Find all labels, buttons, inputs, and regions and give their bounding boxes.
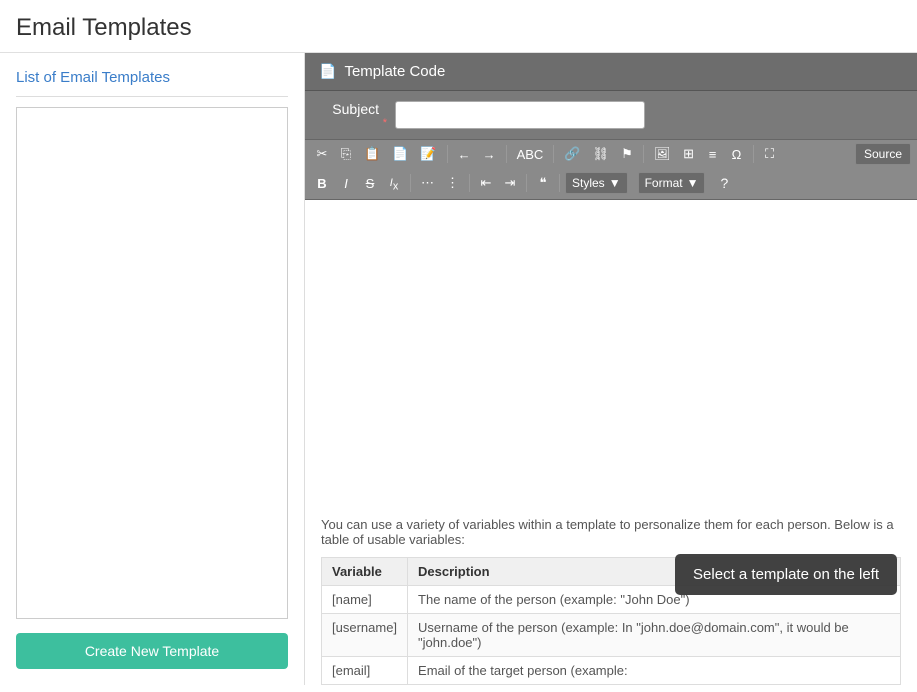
sidebar: List of Email Templates Create New Templ… [0,53,305,685]
toolbar-divider-4 [643,145,644,163]
outdent-button[interactable]: ⇤ [475,172,497,194]
template-code-title: Template Code [344,63,445,80]
toolbar-divider-8 [526,174,527,192]
variables-table: Variable Description [name]The name of t… [321,557,901,685]
table-row: [username]Username of the person (exampl… [322,614,901,657]
main-layout: List of Email Templates Create New Templ… [0,53,917,685]
toolbar-divider-6 [410,174,411,192]
toolbar-divider-1 [447,145,448,163]
editor-area[interactable] [305,200,917,503]
blockquote-button[interactable]: ❝ [532,172,554,194]
description-cell: Email of the target person (example: [408,657,901,685]
italic-button[interactable]: I [335,173,357,194]
description-cell: The name of the person (example: "John D… [408,586,901,614]
toolbar-divider-9 [559,174,560,192]
toolbar-divider-5 [753,145,754,163]
undo-button[interactable]: ← [453,144,476,165]
toolbar-divider-3 [553,145,554,163]
styles-dropdown[interactable]: Styles ▼ [565,172,628,194]
anchor-button[interactable]: ⚑ [616,143,638,165]
styles-label: Styles [572,176,605,190]
indent-button[interactable]: ⇥ [499,172,521,194]
col-header-description: Description [408,558,901,586]
strikethrough-button[interactable]: S [359,173,381,194]
hr-button[interactable]: ≡ [702,144,724,165]
paste-text-button[interactable]: 📄 [387,143,413,165]
unlink-button[interactable]: ⛓ [587,143,614,165]
cut-button[interactable]: ✂ [311,143,333,165]
unordered-list-button[interactable]: ⋮ [441,172,464,194]
paste-button[interactable]: 📋 [359,143,385,165]
help-button[interactable]: ? [715,172,733,194]
toolbar: ✂ ⎘ 📋 📄 📝 ← → ABC 🔗 ⛓ ⚑ [305,139,917,200]
ordered-list-button[interactable]: ⋯ [416,172,439,194]
format-label: Format [645,176,683,190]
special-char-button[interactable]: Ω [726,144,748,165]
template-list[interactable] [16,107,288,619]
bottom-info: You can use a variety of variables withi… [305,503,917,685]
styles-chevron-icon: ▼ [609,176,621,190]
subject-input[interactable] [395,101,645,129]
remove-format-button[interactable]: Ix [383,171,405,196]
variable-cell: [name] [322,586,408,614]
variable-cell: [email] [322,657,408,685]
variable-cell: [username] [322,614,408,657]
source-button[interactable]: Source [855,143,911,165]
create-new-template-button[interactable]: Create New Template [16,633,288,669]
template-code-icon: 📄 [319,63,336,80]
sidebar-title: List of Email Templates [16,69,288,97]
subject-row: Subject * [305,91,917,139]
copy-button[interactable]: ⎘ [335,143,357,165]
page-title: Email Templates [0,0,917,53]
table-row: [email]Email of the target person (examp… [322,657,901,685]
right-panel: 📄 Template Code Subject * ✂ ⎘ 📋 [305,53,917,503]
page-wrapper: Email Templates List of Email Templates … [0,0,917,692]
template-code-header: 📄 Template Code [305,53,917,91]
table-button[interactable]: ⊞ [678,143,700,165]
col-header-variable: Variable [322,558,408,586]
image-button[interactable]: 🖼 [649,143,676,165]
maximize-button[interactable]: ⛶ [759,143,781,165]
format-chevron-icon: ▼ [687,176,699,190]
right-content: 📄 Template Code Subject * ✂ ⎘ 📋 [305,53,917,685]
table-row: [name]The name of the person (example: "… [322,586,901,614]
toolbar-divider-7 [469,174,470,192]
toolbar-row-1: ✂ ⎘ 📋 📄 📝 ← → ABC 🔗 ⛓ ⚑ [305,140,917,168]
toolbar-divider-2 [506,145,507,163]
variables-info-text: You can use a variety of variables withi… [321,517,901,547]
toolbar-row-2: B I S Ix ⋯ ⋮ ⇤ ⇥ ❝ Styles [305,168,917,199]
redo-button[interactable]: → [478,144,501,165]
spellcheck-button[interactable]: ABC [512,144,549,165]
bold-button[interactable]: B [311,173,333,194]
link-button[interactable]: 🔗 [559,143,585,165]
subject-label: Subject [319,101,379,117]
format-dropdown[interactable]: Format ▼ [638,172,706,194]
subject-label-wrap: Subject * [319,101,387,129]
subject-required: * [383,117,387,129]
paste-word-button[interactable]: 📝 [415,143,441,165]
description-cell: Username of the person (example: In "joh… [408,614,901,657]
